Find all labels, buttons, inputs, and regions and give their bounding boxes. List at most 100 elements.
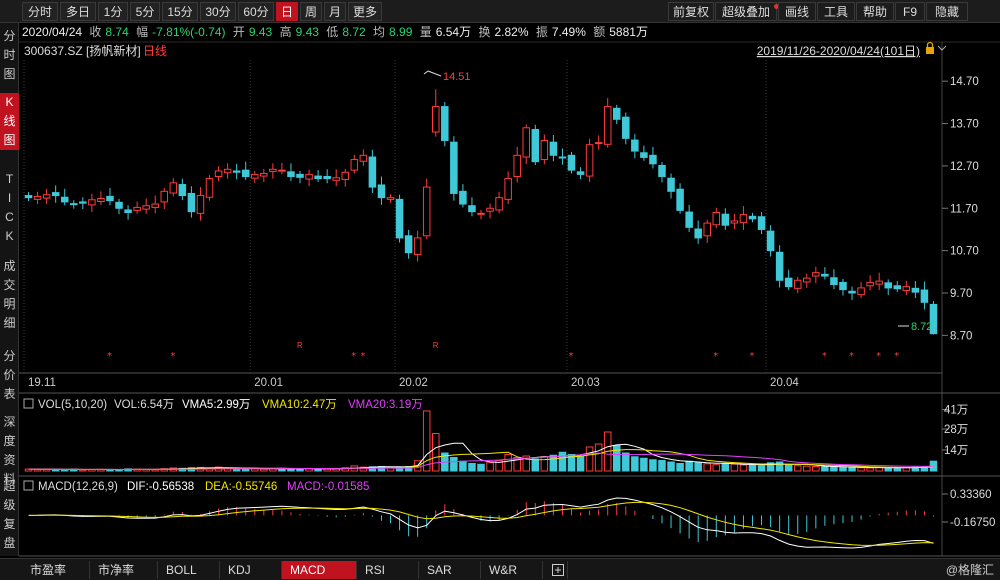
candle — [803, 273, 811, 288]
candle — [739, 206, 748, 230]
candle — [757, 212, 766, 235]
macd-value: MACD:-0.01585 — [287, 481, 369, 493]
volume-bar — [504, 454, 512, 472]
indicator-tab-4[interactable]: MACD — [282, 561, 357, 579]
candle — [558, 148, 567, 165]
macd-axis: 0.33360 -0.16750 — [942, 489, 995, 529]
price-tick-label: 14.70 — [950, 76, 979, 88]
time-label: 20.02 — [399, 377, 428, 389]
volume-bar — [703, 463, 711, 472]
event-star-icon[interactable]: * — [713, 351, 718, 362]
volume-bar — [459, 460, 467, 472]
candle — [450, 136, 458, 201]
indicator-tab-0[interactable]: 市盈率 — [22, 561, 90, 579]
volume-bar — [803, 465, 811, 472]
volume-axis: 41万 28万 14万 — [942, 405, 968, 457]
event-star-icon[interactable]: * — [849, 351, 854, 362]
candle — [359, 149, 368, 166]
candle — [549, 134, 558, 162]
candle — [404, 229, 413, 259]
candle — [142, 198, 150, 214]
date-range[interactable]: 2019/11/26-2020/04/24(101日) — [757, 44, 920, 58]
price-tick-label: 12.70 — [950, 161, 979, 173]
event-r-icon[interactable]: R — [433, 341, 439, 350]
candle — [839, 279, 847, 296]
event-star-icon[interactable]: * — [894, 351, 899, 362]
event-star-icon[interactable]: * — [822, 351, 827, 362]
candle — [685, 204, 693, 232]
time-label: 20.01 — [254, 377, 283, 389]
volume-bar — [450, 457, 458, 472]
volume-bar — [694, 462, 702, 472]
indicator-tab-6[interactable]: SAR — [419, 561, 481, 579]
stock-code: 300637.SZ — [24, 44, 83, 58]
volume-bar — [486, 462, 494, 472]
candle — [431, 89, 440, 137]
price-tick-label: 9.70 — [950, 288, 972, 300]
indicator-tab-7[interactable]: W&R — [481, 561, 543, 579]
candle — [812, 266, 820, 284]
volume-bar — [468, 463, 476, 472]
candle — [459, 184, 467, 208]
candle — [332, 169, 340, 187]
candle — [866, 275, 874, 291]
time-label: 19.11 — [28, 377, 56, 389]
event-star-icon[interactable]: * — [351, 351, 356, 362]
volume-bar — [748, 464, 757, 472]
volume-bar — [739, 464, 748, 472]
event-star-icon[interactable]: * — [876, 351, 881, 362]
volume-bar — [667, 461, 675, 472]
candle — [441, 101, 449, 147]
candle — [251, 170, 259, 183]
macd-collapse-icon[interactable] — [23, 480, 34, 491]
volume-bar — [622, 452, 630, 472]
price-tick-label: 8.70 — [950, 330, 972, 342]
candle — [631, 134, 639, 159]
volume-collapse-icon[interactable] — [23, 398, 34, 409]
candle — [350, 154, 359, 174]
event-star-icon[interactable]: * — [107, 351, 112, 362]
candle — [603, 98, 612, 148]
indicator-tab-5[interactable]: RSI — [357, 561, 419, 579]
volume-legend: VOL(5,10,20) VOL:6.54万 VMA5:2.99万 VMA10:… — [23, 398, 423, 411]
dea-value: DEA:-0.55746 — [205, 481, 277, 493]
indicator-tab-2[interactable]: BOLL — [158, 561, 220, 579]
brand-watermark: @格隆汇 — [945, 563, 994, 577]
candle — [522, 124, 531, 165]
add-indicator-button[interactable] — [548, 561, 568, 579]
dif-value: DIF:-0.56538 — [127, 481, 194, 493]
candle — [51, 185, 60, 203]
event-star-icon[interactable]: * — [749, 351, 754, 362]
candle — [594, 135, 603, 150]
candle — [468, 197, 476, 217]
candle — [214, 166, 223, 182]
lock-icon[interactable] — [926, 41, 934, 55]
candle — [748, 212, 757, 223]
candle — [730, 213, 739, 230]
event-markers: * * * * * * * * * * * R R — [107, 341, 899, 362]
high-value-label: 14.51 — [443, 71, 471, 83]
event-star-icon[interactable]: * — [360, 351, 365, 362]
candle — [784, 269, 793, 291]
volume-bar — [612, 445, 621, 472]
event-star-icon[interactable]: * — [568, 351, 573, 362]
vma20-value: VMA20:3.19万 — [348, 399, 423, 411]
vma5-value: VMA5:2.99万 — [182, 399, 250, 411]
indicator-tab-1[interactable]: 市净率 — [90, 561, 158, 579]
indicator-tab-3[interactable]: KDJ — [220, 561, 282, 579]
candle — [223, 163, 232, 179]
candle — [241, 161, 250, 180]
candle — [667, 173, 675, 199]
price-tick-label: 10.70 — [950, 246, 979, 258]
event-star-icon[interactable]: * — [170, 351, 175, 362]
event-r-icon[interactable]: R — [297, 341, 303, 350]
kline-chart[interactable]: 14.70 13.70 12.70 11.70 10.70 9.70 8.70 19.11 2… — [0, 0, 1000, 580]
volume-bar — [540, 456, 549, 472]
volume-bar — [658, 460, 666, 472]
price-tick-label: 13.70 — [950, 119, 979, 131]
candle — [793, 276, 802, 293]
volume-tick-label: 14万 — [944, 445, 968, 457]
volume-bar — [649, 459, 657, 472]
candle — [495, 191, 503, 214]
volume-bar — [431, 433, 440, 472]
